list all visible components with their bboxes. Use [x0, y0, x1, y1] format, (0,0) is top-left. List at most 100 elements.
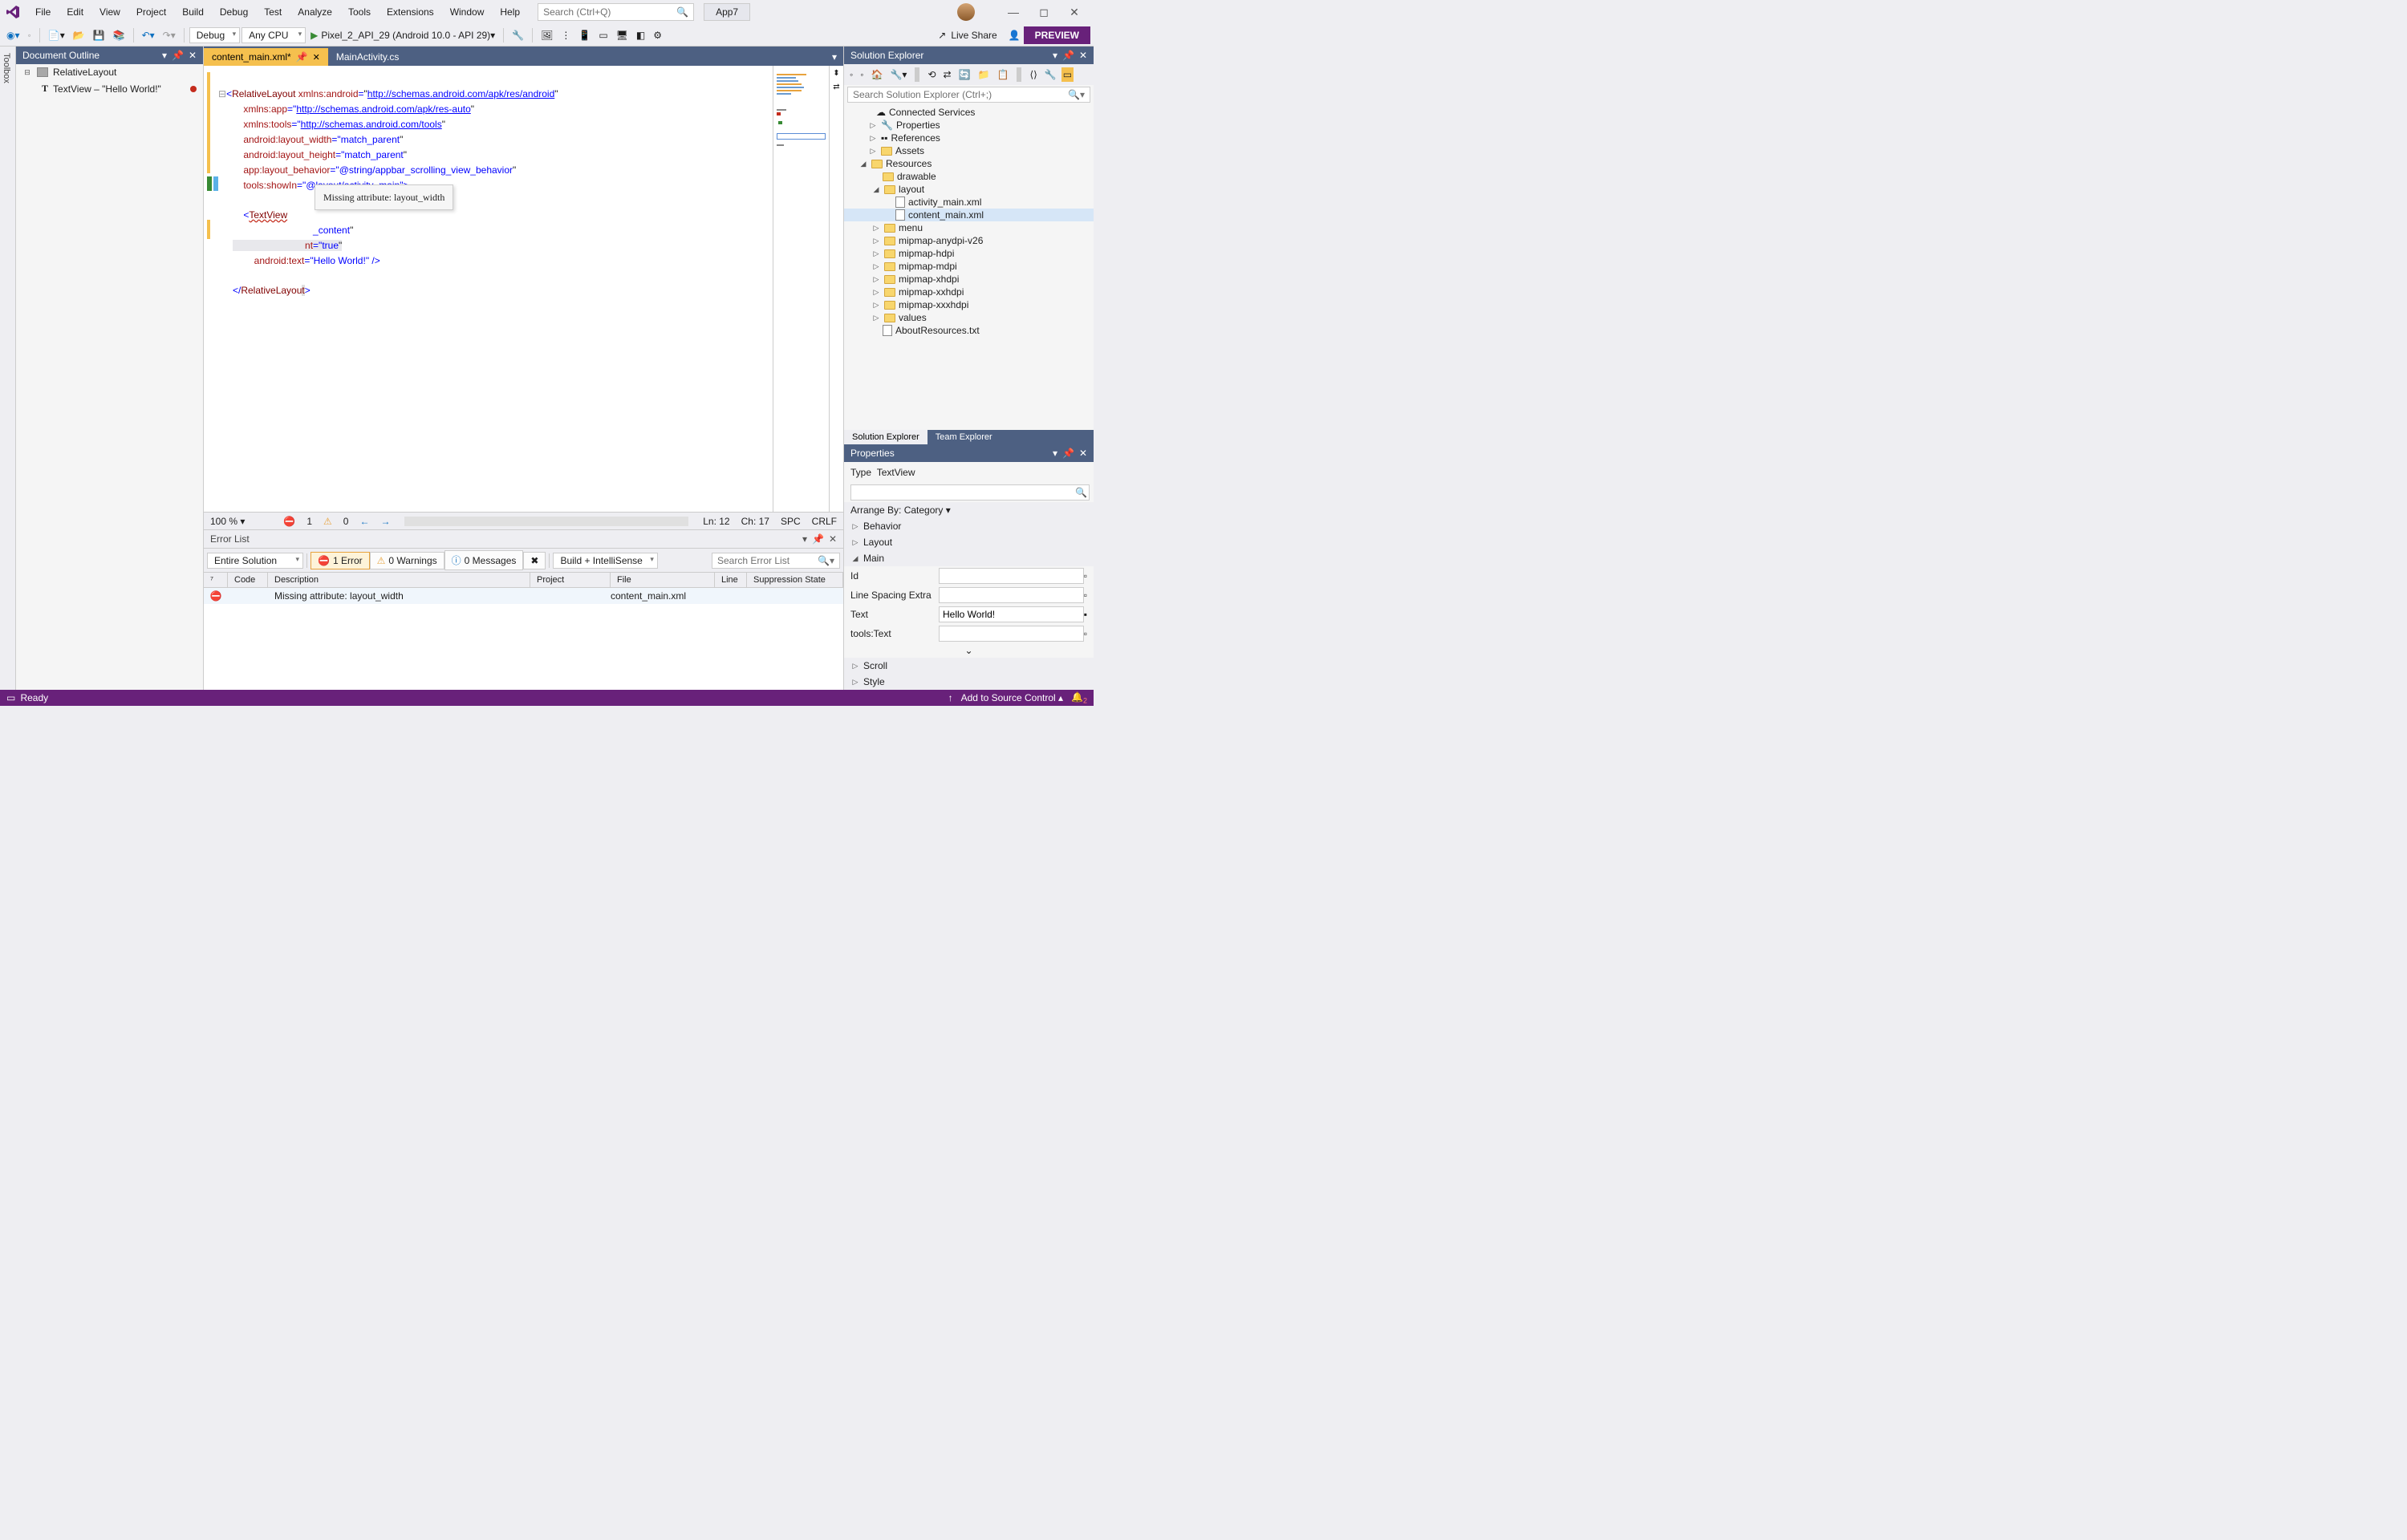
output-icon[interactable]: ▭	[6, 692, 15, 703]
close-panel-icon[interactable]: ✕	[1079, 50, 1087, 61]
tool-icon-3[interactable]: ⋮	[558, 27, 574, 43]
tree-mipmap-anydpi[interactable]: ▷mipmap-anydpi-v26	[844, 234, 1094, 247]
tree-activity-main[interactable]: activity_main.xml	[844, 196, 1094, 209]
tree-properties[interactable]: ▷🔧Properties	[844, 119, 1094, 132]
h-scrollbar[interactable]	[404, 517, 688, 526]
tree-layout[interactable]: ◢layout	[844, 183, 1094, 196]
error-scope-combo[interactable]: Entire Solution	[207, 553, 303, 569]
menu-project[interactable]: Project	[128, 3, 174, 21]
tree-assets[interactable]: ▷Assets	[844, 144, 1094, 157]
device-desktop-icon[interactable]: 🖥	[613, 27, 631, 43]
cat-style[interactable]: ▷Style	[844, 674, 1094, 690]
publish-icon[interactable]: ↑	[948, 692, 953, 703]
prop-text-input[interactable]	[939, 606, 1084, 622]
close-panel-icon[interactable]: ✕	[829, 533, 837, 545]
col-desc[interactable]: Description	[268, 573, 530, 587]
tabs-overflow-icon[interactable]: ▾	[826, 48, 843, 66]
tab-mainactivity[interactable]: MainActivity.cs	[328, 48, 407, 66]
add-source-control[interactable]: Add to Source Control ▴	[961, 692, 1063, 703]
app-name-badge[interactable]: App7	[704, 3, 750, 21]
filter-warnings[interactable]: ⚠0 Warnings	[370, 552, 444, 569]
feedback-icon[interactable]: 👤	[1005, 27, 1024, 43]
nav-next-icon[interactable]: →	[380, 516, 390, 527]
save-all-icon[interactable]: 📚	[110, 27, 128, 43]
menu-edit[interactable]: Edit	[59, 3, 91, 21]
new-item-icon[interactable]: 📄▾	[45, 27, 68, 43]
window-pos-icon[interactable]: ▾	[1053, 50, 1057, 61]
col-icon[interactable]: ⁷	[204, 573, 228, 587]
tool-icon-2[interactable]: 🖼	[538, 27, 556, 43]
menu-debug[interactable]: Debug	[212, 3, 256, 21]
nav-back-icon[interactable]: ◉▾	[3, 27, 23, 43]
sol-refresh-icon[interactable]: 🔄	[956, 67, 973, 82]
global-search-input[interactable]: Search (Ctrl+Q) 🔍	[538, 3, 694, 21]
line-ending[interactable]: CRLF	[812, 516, 837, 527]
col-code[interactable]: Code	[228, 573, 268, 587]
sol-collapse-icon[interactable]: 📁	[976, 67, 992, 82]
config-combo[interactable]: Debug	[189, 27, 240, 43]
error-search-input[interactable]: Search Error List 🔍▾	[712, 553, 840, 569]
filter-errors[interactable]: ⛔1 Error	[311, 552, 370, 569]
menu-test[interactable]: Test	[256, 3, 290, 21]
pin-icon[interactable]: 📌	[1062, 448, 1074, 459]
toolbox-rail[interactable]: Toolbox	[0, 47, 16, 690]
filter-clear[interactable]: ✖	[523, 552, 546, 569]
tool-icon-1[interactable]: 🔧	[509, 27, 527, 43]
build-filter-combo[interactable]: Build + IntelliSense	[553, 553, 657, 569]
save-icon[interactable]: 💾	[90, 27, 108, 43]
tab-content-main[interactable]: content_main.xml* 📌 ✕	[204, 48, 328, 66]
tab-solution-explorer[interactable]: Solution Explorer	[844, 430, 927, 444]
sol-preview-icon[interactable]: ▭	[1061, 67, 1074, 82]
tree-about-resources[interactable]: AboutResources.txt	[844, 324, 1094, 337]
preview-button[interactable]: PREVIEW	[1024, 26, 1090, 44]
cat-behavior[interactable]: ▷Behavior	[844, 518, 1094, 534]
tab-team-explorer[interactable]: Team Explorer	[927, 430, 1001, 444]
error-row[interactable]: ⛔ Missing attribute: layout_width conten…	[204, 588, 843, 604]
close-button[interactable]: ✕	[1066, 6, 1082, 19]
sol-home-icon[interactable]: 🏠	[869, 67, 886, 82]
col-file[interactable]: File	[611, 573, 715, 587]
filter-messages[interactable]: ⓘ0 Messages	[444, 550, 524, 570]
redo-icon[interactable]: ↷▾	[160, 27, 179, 43]
sol-tool-icon[interactable]: 🔧▾	[887, 67, 909, 82]
col-supp[interactable]: Suppression State	[747, 573, 843, 587]
cat-scroll[interactable]: ▷Scroll	[844, 658, 1094, 674]
minimize-button[interactable]: —	[1005, 6, 1021, 18]
pin-icon[interactable]: 📌	[172, 50, 184, 61]
code-editor[interactable]: ⊟<RelativeLayout xmlns:android="http://s…	[226, 66, 773, 512]
arrange-by-combo[interactable]: Arrange By: Category ▾	[844, 502, 1094, 518]
nav-fwd-icon[interactable]: ◦	[25, 27, 35, 43]
menu-help[interactable]: Help	[492, 3, 528, 21]
tree-mipmap-xxxhdpi[interactable]: ▷mipmap-xxxhdpi	[844, 298, 1094, 311]
prop-marker-icon[interactable]: ▫	[1084, 570, 1087, 582]
close-panel-icon[interactable]: ✕	[1079, 448, 1087, 459]
sol-tool2-icon[interactable]: ⇄	[941, 67, 954, 82]
menu-view[interactable]: View	[91, 3, 128, 21]
cat-main[interactable]: ◢Main	[844, 550, 1094, 566]
tree-mipmap-xxhdpi[interactable]: ▷mipmap-xxhdpi	[844, 286, 1094, 298]
pin-icon[interactable]: 📌	[1062, 50, 1074, 61]
sol-view-icon[interactable]: ⟨⟩	[1027, 67, 1039, 82]
menu-file[interactable]: File	[27, 3, 59, 21]
close-panel-icon[interactable]: ✕	[189, 50, 197, 61]
menu-extensions[interactable]: Extensions	[379, 3, 442, 21]
open-icon[interactable]: 📂	[70, 27, 88, 43]
col-line[interactable]: Line	[715, 573, 747, 587]
window-pos-icon[interactable]: ▾	[802, 533, 807, 545]
tree-values[interactable]: ▷values	[844, 311, 1094, 324]
undo-icon[interactable]: ↶▾	[139, 27, 158, 43]
window-pos-icon[interactable]: ▾	[1053, 448, 1057, 459]
device-icon-4[interactable]: ◧	[633, 27, 648, 43]
tree-mipmap-xhdpi[interactable]: ▷mipmap-xhdpi	[844, 273, 1094, 286]
prop-search-input[interactable]	[850, 484, 1090, 500]
prop-ttext-input[interactable]	[939, 626, 1084, 642]
outline-child-node[interactable]: T TextView – "Hello World!"	[16, 80, 203, 97]
error-count-icon[interactable]: ⛔	[283, 516, 295, 527]
pin-icon[interactable]: 📌	[812, 533, 824, 545]
menu-tools[interactable]: Tools	[340, 3, 379, 21]
maximize-button[interactable]: ◻	[1036, 6, 1052, 19]
indent-mode[interactable]: SPC	[781, 516, 801, 527]
sol-fwd-icon[interactable]: ◦	[858, 67, 866, 82]
tree-connected-services[interactable]: ☁Connected Services	[844, 106, 1094, 119]
sol-showall-icon[interactable]: 📋	[994, 67, 1011, 82]
